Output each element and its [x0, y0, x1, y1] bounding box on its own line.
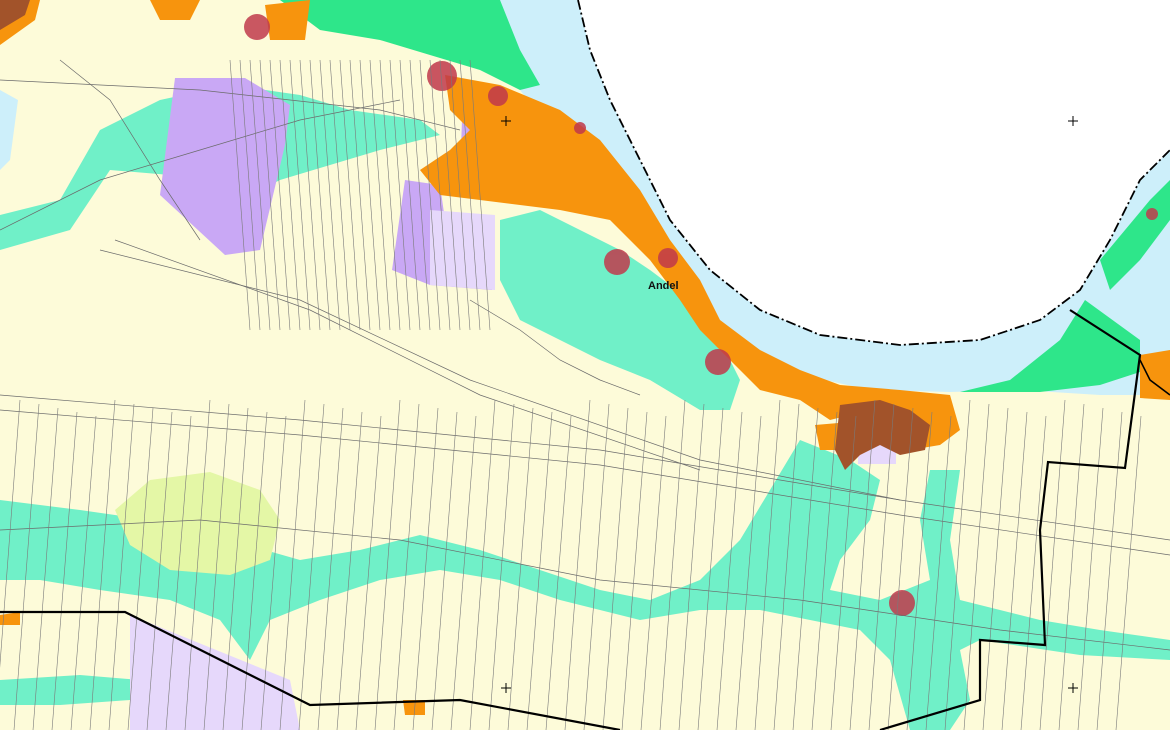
place-label-andel: Andel [648, 280, 679, 292]
map-canvas[interactable]: Andel [0, 0, 1170, 730]
map-svg[interactable] [0, 0, 1170, 730]
